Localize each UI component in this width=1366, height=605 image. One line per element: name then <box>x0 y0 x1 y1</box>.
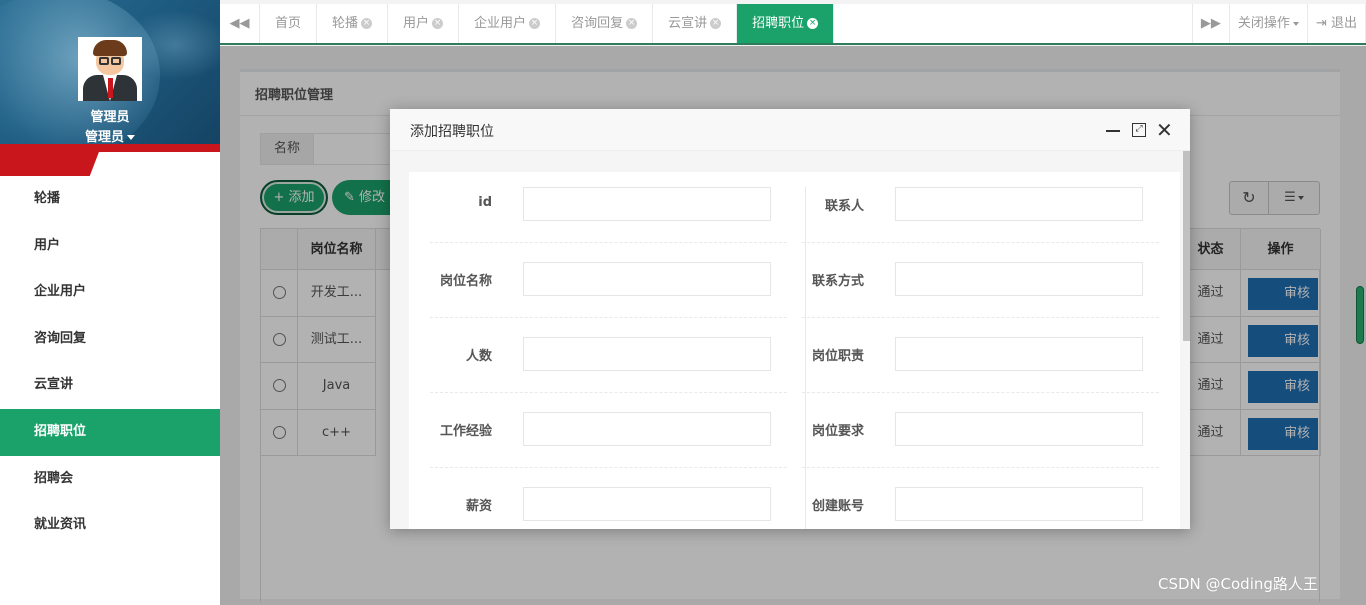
tabs-bar: ◀◀ 首页 轮播 × 用户 × 企业用户 × 咨询回复 × 云宣讲 × 招聘职位 × ▶▶ … <box>220 4 1366 45</box>
close-operations-dropdown[interactable]: 关闭操作 <box>1230 4 1308 43</box>
headcount-input[interactable] <box>523 337 771 371</box>
tab-job-posts[interactable]: 招聘职位 × <box>737 4 835 43</box>
field-label-requirements: 岗位要求 <box>811 424 864 439</box>
sidebar-item-job-fair[interactable]: 招聘会 <box>0 455 220 503</box>
tab-home[interactable]: 首页 <box>260 4 318 43</box>
user-role-label: 管理员 <box>84 130 124 145</box>
field-label-salary: 薪资 <box>465 499 492 514</box>
account-input[interactable] <box>895 487 1143 521</box>
close-icon[interactable]: × <box>626 18 638 29</box>
job-name-input[interactable] <box>523 262 771 296</box>
tab-users[interactable]: 用户 × <box>388 4 460 43</box>
sidebar-item-carousel[interactable]: 轮播 <box>0 176 220 223</box>
caret-down-icon <box>1292 21 1299 26</box>
caret-down-icon <box>127 135 135 140</box>
sidebar-item-consult-reply[interactable]: 咨询回复 <box>0 315 220 363</box>
tab-consult-reply[interactable]: 咨询回复 × <box>556 4 654 43</box>
sidebar-menu: 轮播 用户 企业用户 咨询回复 云宣讲 招聘职位 招聘会 就业资讯 <box>0 176 220 549</box>
tabs-prev-icon[interactable]: ◀◀ <box>220 4 260 43</box>
maximize-icon[interactable]: ⤢ <box>1132 123 1146 137</box>
logout-icon: ⇥ <box>1315 16 1327 31</box>
sidebar-item-cloud-talk[interactable]: 云宣讲 <box>0 362 220 409</box>
modal-title: 添加招聘职位 <box>410 124 494 140</box>
field-label-duties: 岗位职责 <box>811 349 864 364</box>
field-label-experience: 工作经验 <box>439 424 492 439</box>
user-name: 管理员 <box>90 110 130 125</box>
avatar[interactable] <box>78 37 142 101</box>
close-icon[interactable]: × <box>710 18 722 29</box>
contact-input[interactable] <box>895 187 1143 221</box>
sidebar-item-job-posts[interactable]: 招聘职位 <box>0 408 220 456</box>
tab-cloud-talk[interactable]: 云宣讲 × <box>653 4 738 43</box>
field-label-headcount: 人数 <box>465 349 492 364</box>
modal-scrollbar[interactable] <box>1183 151 1190 341</box>
close-icon[interactable]: × <box>807 18 819 29</box>
user-role-dropdown[interactable]: 管理员 <box>0 126 220 145</box>
job-post-form: id 岗位名称 人数 工作经验 薪资 联系人 联系方式 岗位职责 岗位要求 创建… <box>409 172 1180 529</box>
modal-body: id 岗位名称 人数 工作经验 薪资 联系人 联系方式 岗位职责 岗位要求 创建… <box>390 151 1190 529</box>
logout-button[interactable]: ⇥ 退出 <box>1308 4 1366 43</box>
close-icon[interactable]: ✕ <box>1156 117 1173 143</box>
requirements-input[interactable] <box>895 412 1143 446</box>
sidebar-item-enterprise-users[interactable]: 企业用户 <box>0 269 220 316</box>
profile-panel: 管理员 管理员 <box>0 0 220 176</box>
field-label-job-name: 岗位名称 <box>439 274 492 289</box>
add-job-post-modal: 添加招聘职位 ⤢ ✕ id 岗位名称 人数 工作经验 薪资 联系人 联系方式 岗… <box>390 109 1190 529</box>
salary-input[interactable] <box>523 487 771 521</box>
contact-info-input[interactable] <box>895 262 1143 296</box>
page-scrollbar[interactable] <box>1356 286 1364 344</box>
modal-header: 添加招聘职位 ⤢ ✕ <box>390 109 1190 151</box>
close-icon[interactable]: × <box>432 18 444 29</box>
tab-carousel[interactable]: 轮播 × <box>317 4 389 43</box>
watermark: CSDN @Coding路人王 <box>1158 575 1318 593</box>
brand-red-decoration <box>0 144 102 176</box>
experience-input[interactable] <box>523 412 771 446</box>
id-input[interactable] <box>523 187 771 221</box>
field-label-contact-info: 联系方式 <box>811 274 864 289</box>
sidebar: 管理员 管理员 轮播 用户 企业用户 咨询回复 云宣讲 招聘职位 招聘会 就业资… <box>0 0 220 605</box>
tab-enterprise-users[interactable]: 企业用户 × <box>459 4 557 43</box>
sidebar-item-career-news[interactable]: 就业资讯 <box>0 502 220 549</box>
field-label-account: 创建账号 <box>811 499 864 514</box>
close-icon[interactable]: × <box>529 18 541 29</box>
duties-input[interactable] <box>895 337 1143 371</box>
field-label-contact: 联系人 <box>824 199 864 214</box>
sidebar-item-users[interactable]: 用户 <box>0 222 220 270</box>
field-label-id: id <box>478 195 492 210</box>
tabs-next-icon[interactable]: ▶▶ <box>1191 4 1230 43</box>
close-icon[interactable]: × <box>361 18 373 29</box>
minimize-icon[interactable] <box>1106 130 1120 132</box>
